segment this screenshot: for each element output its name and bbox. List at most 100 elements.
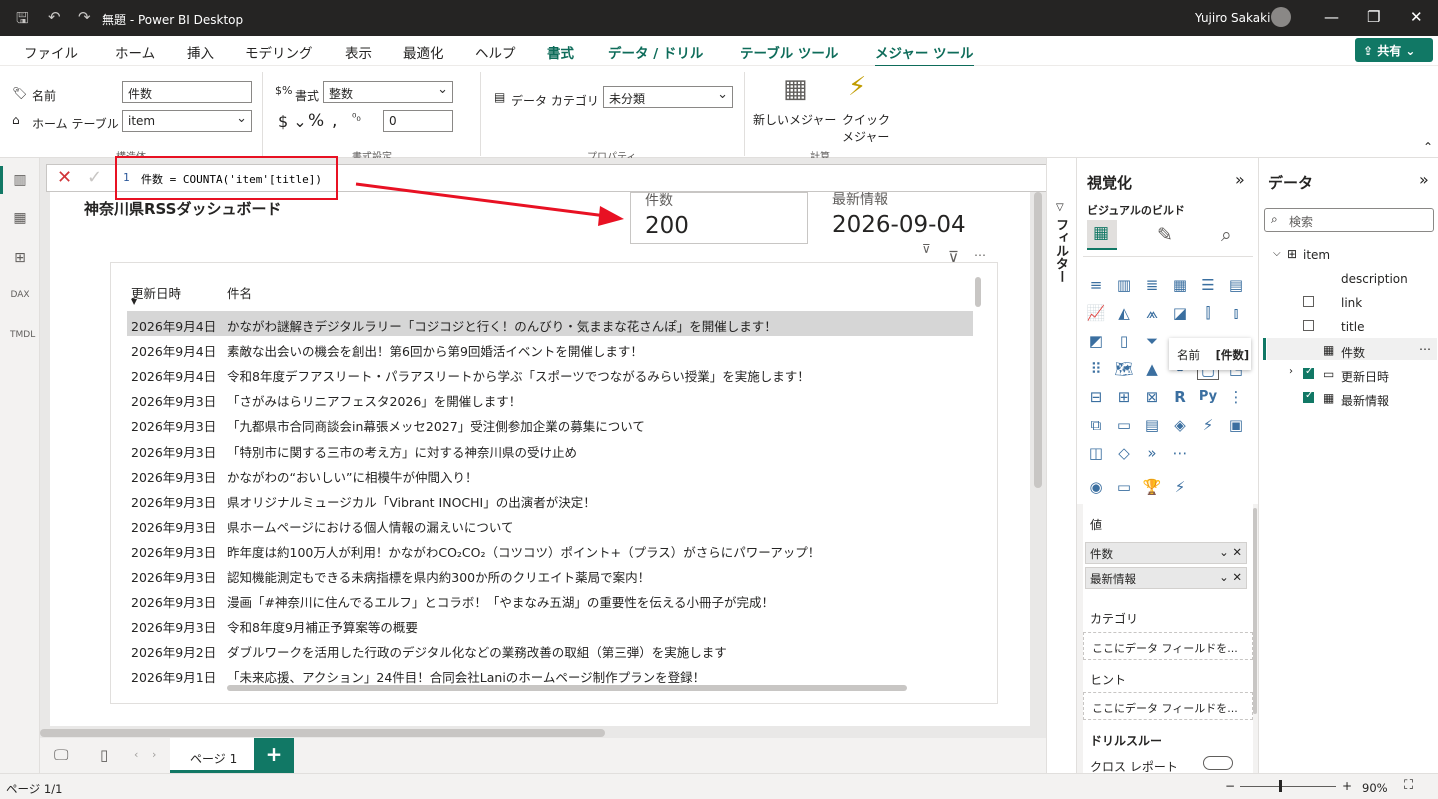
table-row[interactable]: 2026年9月4日 令和8年度デフアスリート・パラアスリートから学ぶ「スポーツでつ… (111, 361, 961, 386)
table-row[interactable]: 2026年9月3日 昨年度は約100万人が利用！かながわCO₂CO₂（コツコツ）ポ… (111, 537, 961, 562)
checkbox-link[interactable] (1303, 320, 1314, 331)
decomposition-icon[interactable]: ⋮ (1225, 386, 1247, 408)
fit-page-icon[interactable]: ⛶ (1404, 778, 1413, 793)
power-apps-icon[interactable]: ⚡ (1197, 414, 1219, 436)
line-column-icon[interactable]: ⫿ (1197, 302, 1219, 324)
zoom-out-icon[interactable]: − (1225, 779, 1235, 793)
field-link[interactable]: link (1341, 296, 1362, 310)
metrics-icon[interactable]: ◈ (1169, 414, 1191, 436)
calculator-icon[interactable]: ▦ (783, 74, 808, 104)
menu-measure-tools[interactable]: メジャー ツール (875, 42, 974, 68)
table-icon[interactable]: ⊞ (1113, 386, 1135, 408)
azure-map-icon[interactable]: ▲ (1141, 358, 1163, 380)
r-visual-icon[interactable]: R (1169, 386, 1191, 408)
table-row[interactable]: 2026年9月3日 認知機能測定もできる未病指標を県内約300か所のクリエイト薬局… (111, 562, 961, 587)
maximize-icon[interactable]: ❐ (1367, 8, 1380, 26)
table-row[interactable]: 2026年9月3日 「特別市に関する三市の考え方」に対する神奈川県の受け止め (111, 437, 961, 462)
checkbox-description[interactable] (1303, 296, 1314, 307)
collapse-ribbon-icon[interactable]: ⌃ (1423, 140, 1433, 154)
table-row[interactable]: 2026年9月3日 漫画「#神奈川に住んでるエルフ」とコラボ！「やまなみ五湖」の重… (111, 587, 961, 612)
stacked-area-icon[interactable]: ⩕ (1141, 302, 1163, 324)
latest-card[interactable]: 最新情報 2026-09-04 (818, 192, 996, 244)
home-table-select[interactable]: item (122, 110, 252, 132)
zoom-slider-thumb[interactable] (1279, 780, 1282, 792)
decimal-icon[interactable]: ⁰₀ (352, 111, 361, 124)
count-card[interactable]: 件数 200 (630, 192, 808, 244)
field-latest[interactable]: 最新情報 (1341, 392, 1389, 409)
100-bar-icon[interactable]: ☰ (1197, 274, 1219, 296)
trophy-icon[interactable]: 🏆 (1141, 476, 1163, 498)
cancel-formula-icon[interactable]: ✕ (57, 167, 72, 188)
ribbon-icon[interactable]: ◩ (1085, 330, 1107, 352)
table-vscrollbar[interactable] (975, 277, 981, 307)
category-drop-zone[interactable]: ここにデータ フィールドを... (1083, 632, 1253, 660)
100-column-icon[interactable]: ▤ (1225, 274, 1247, 296)
field-count[interactable]: 件数 (1341, 344, 1365, 361)
menu-view[interactable]: 表示 (345, 42, 372, 62)
prev-page-icon[interactable]: ‹ (134, 748, 138, 761)
table-row[interactable]: 2026年9月3日 令和8年度9月補正予算案等の概要 (111, 612, 961, 637)
scatter-icon[interactable]: ⠿ (1085, 358, 1107, 380)
comma-icon[interactable]: , (332, 111, 337, 131)
slicer-icon[interactable]: ⊟ (1085, 386, 1107, 408)
image-icon[interactable]: ▣ (1225, 414, 1247, 436)
minimize-icon[interactable]: — (1324, 8, 1339, 26)
menu-file[interactable]: ファイル (24, 42, 78, 62)
data-category-select[interactable]: 未分類 (603, 86, 733, 108)
currency-icon[interactable]: $ ⌄ (278, 112, 307, 131)
canvas-vscrollbar[interactable] (1034, 192, 1042, 488)
menu-optimize[interactable]: 最適化 (403, 42, 444, 62)
remove-field-icon[interactable]: ⌄ ✕ (1219, 570, 1242, 584)
new-measure-button[interactable]: 新しいメジャー (753, 111, 836, 128)
python-visual-icon[interactable]: Py (1197, 386, 1219, 408)
menu-data-drill[interactable]: データ / ドリル (608, 42, 703, 62)
tmdl-view-icon[interactable]: TMDL (10, 330, 35, 350)
menu-format[interactable]: 書式 (547, 42, 574, 62)
model-view-icon[interactable]: ⊞ (10, 250, 30, 270)
expand-table-icon[interactable]: ⌵ (1273, 248, 1281, 259)
table-row[interactable]: 2026年9月3日 「九都県市合同商談会in幕張メッセ2027」受注側参加企業の募… (111, 411, 961, 436)
field-updated[interactable]: 更新日時 (1341, 368, 1389, 385)
commit-formula-icon[interactable]: ✓ (87, 167, 102, 188)
checkbox-latest[interactable] (1303, 390, 1314, 403)
redo-icon[interactable]: ↷ (78, 8, 91, 26)
dax-query-icon[interactable]: DAX (10, 290, 30, 310)
quick-measure-label-1[interactable]: クイック (842, 111, 890, 128)
format-select[interactable]: 整数 (323, 81, 453, 103)
table-row[interactable]: 2026年9月2日 ダブルワークを活用した行政のデジタル化などの業務改善の取組（第… (111, 637, 961, 662)
table-hscrollbar[interactable] (227, 685, 907, 691)
next-page-icon[interactable]: › (152, 748, 156, 761)
checkbox-count[interactable] (1303, 366, 1314, 379)
waterfall-icon[interactable]: ▯ (1113, 330, 1135, 352)
custom-app-icon[interactable]: ⚡ (1169, 476, 1191, 498)
collapse-data-icon[interactable]: » (1419, 170, 1429, 189)
menu-modeling[interactable]: モデリング (245, 42, 313, 62)
line-chart-icon[interactable]: 📈 (1085, 302, 1107, 324)
zoom-in-icon[interactable]: + (1342, 779, 1352, 793)
zoom-slider-track[interactable] (1240, 786, 1336, 787)
matrix-icon[interactable]: ⊠ (1141, 386, 1163, 408)
percent-icon[interactable]: % (308, 111, 324, 131)
decimals-input[interactable]: 0 (383, 110, 453, 132)
table-row[interactable]: 2026年9月3日 かながわの“おいしい”に相模牛が仲間入り！ (111, 462, 961, 487)
menu-home[interactable]: ホーム (115, 42, 155, 62)
field-description[interactable]: description (1341, 272, 1408, 286)
field-more-icon[interactable]: ⋯ (1419, 342, 1431, 356)
mobile-layout-icon[interactable]: ▯ (100, 746, 108, 764)
values-well-item-count[interactable]: 件数 ⌄ ✕ (1085, 542, 1247, 564)
desktop-layout-icon[interactable]: 🖵 (54, 746, 68, 764)
menu-table-tools[interactable]: テーブル ツール (740, 42, 838, 62)
diamond-icon[interactable]: ◇ (1113, 442, 1135, 464)
add-page-button[interactable]: + (254, 738, 294, 773)
menu-help[interactable]: ヘルプ (475, 42, 516, 62)
paginated-icon[interactable]: ▭ (1113, 414, 1135, 436)
values-well-item-latest[interactable]: 最新情報 ⌄ ✕ (1085, 567, 1247, 589)
search-box[interactable]: ⌕ 検索 (1264, 208, 1434, 232)
table-row[interactable]: 2026年9月3日 県ホームページにおける個人情報の漏えいについて (111, 512, 961, 537)
header-updated[interactable]: 更新日時 (131, 283, 181, 302)
table-visual[interactable]: 更新日時 ▼ 件名 2026年9月4日 かながわ謎解きデジタルラリー「コジコジと行… (110, 262, 998, 704)
analytics-icon[interactable]: ⌕ (1221, 224, 1232, 246)
table-row[interactable]: 2026年9月4日 かながわ謎解きデジタルラリー「コジコジと行く！のんびり・気まま… (127, 311, 973, 336)
power-automate-icon[interactable]: ◫ (1085, 442, 1107, 464)
table-row[interactable]: 2026年9月3日 「さがみはらリニアフェスタ2026」を開催します！ (111, 386, 961, 411)
